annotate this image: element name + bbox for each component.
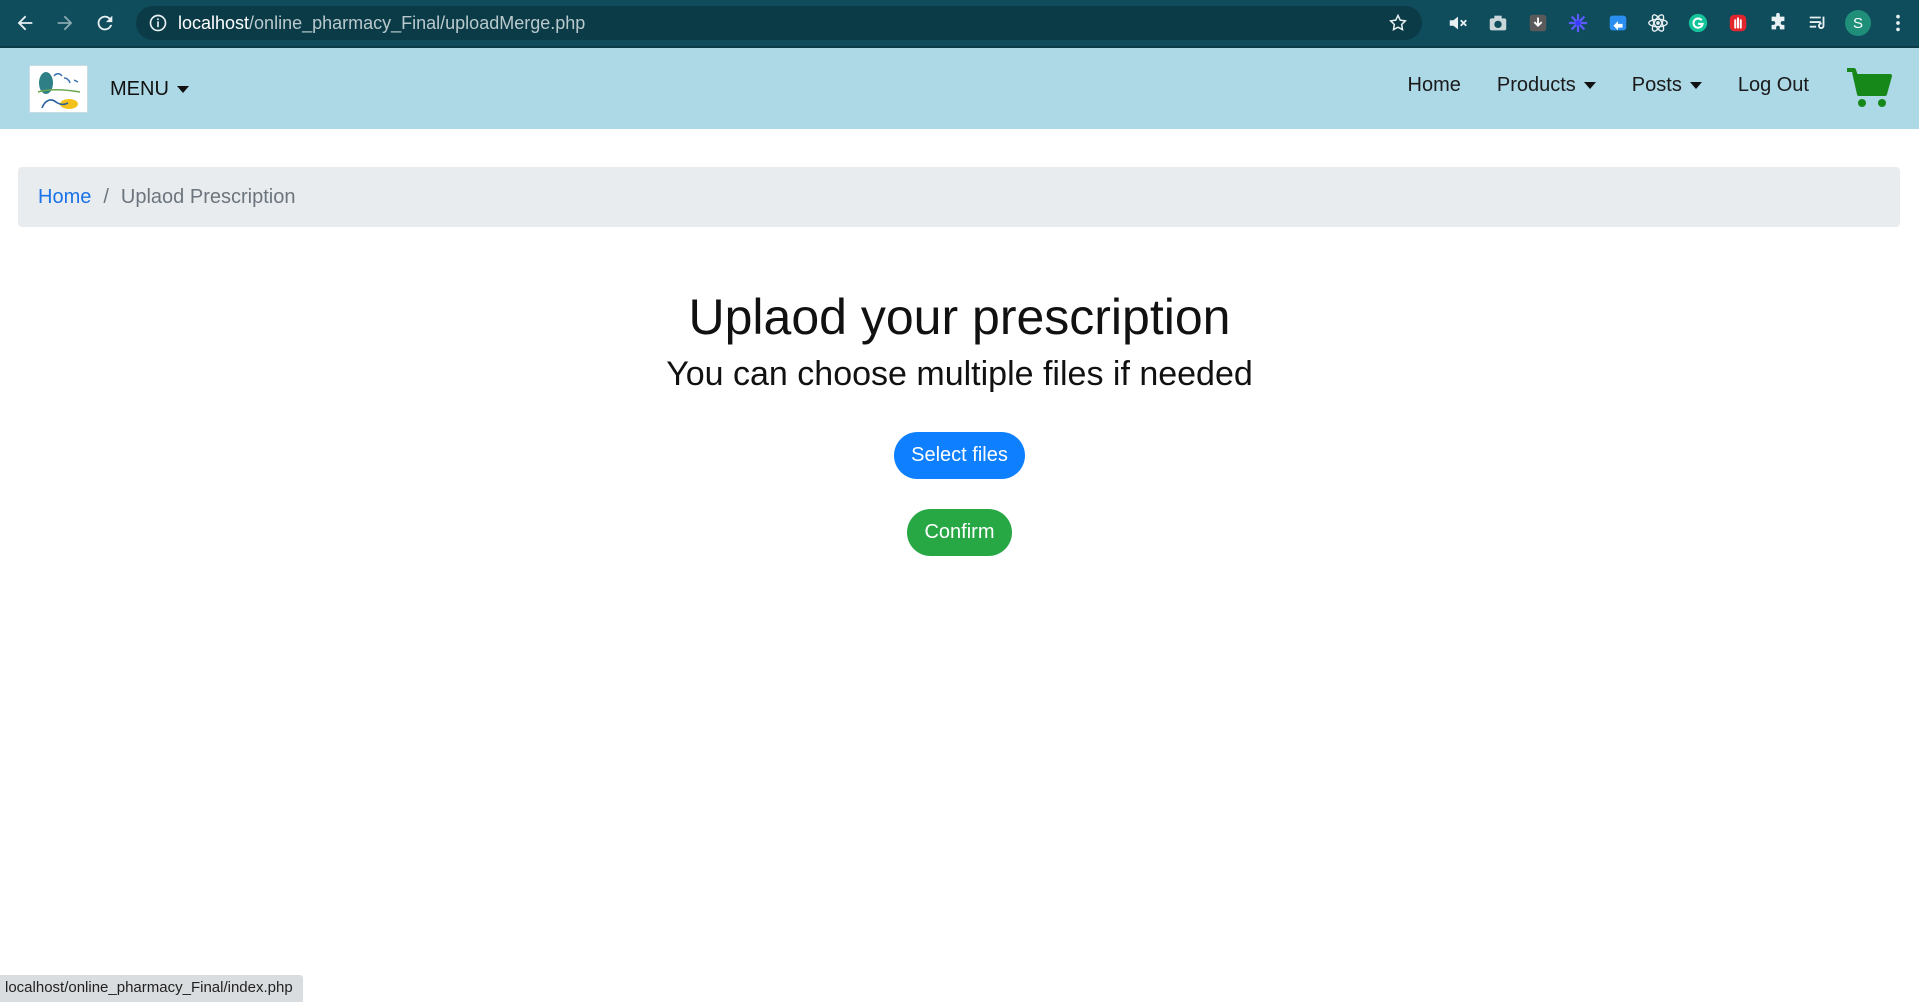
page-subtitle: You can choose multiple files if needed bbox=[666, 355, 1253, 393]
caret-down-icon bbox=[176, 86, 189, 93]
browser-menu-button[interactable] bbox=[1878, 0, 1918, 46]
site-logo[interactable] bbox=[29, 65, 88, 113]
puzzle-icon bbox=[1771, 12, 1785, 30]
back-arrow-icon bbox=[17, 15, 33, 31]
breadcrumb-current: Uplaod Prescription bbox=[120, 185, 296, 208]
mute-button[interactable] bbox=[1438, 0, 1478, 46]
download-extension[interactable] bbox=[1518, 0, 1558, 46]
hand-stop-icon bbox=[1729, 14, 1747, 32]
camera-icon bbox=[1489, 15, 1507, 31]
reload-button[interactable] bbox=[86, 4, 124, 42]
star-icon[interactable] bbox=[1388, 13, 1408, 33]
breadcrumb: Home / Uplaod Prescription bbox=[18, 167, 1900, 227]
reload-icon bbox=[97, 15, 113, 31]
back-button[interactable] bbox=[6, 4, 44, 42]
url-host: localhost bbox=[178, 12, 250, 33]
url-path: /online_pharmacy_Final/uploadMerge.php bbox=[249, 12, 586, 33]
shopping-cart-icon[interactable] bbox=[1845, 66, 1893, 110]
address-bar[interactable]: localhost/online_pharmacy_Final/uploadMe… bbox=[136, 6, 1422, 40]
stop-extension[interactable] bbox=[1718, 0, 1758, 46]
info-icon[interactable] bbox=[148, 13, 168, 33]
extensions-button[interactable] bbox=[1758, 0, 1798, 46]
more-vert-icon bbox=[1896, 14, 1900, 32]
caret-down-icon bbox=[1689, 82, 1702, 89]
page-title: Uplaod your prescription bbox=[688, 289, 1231, 345]
site-navbar: MENU Home Products Posts Log Out bbox=[0, 46, 1919, 129]
nav-posts-label: Posts bbox=[1631, 74, 1682, 96]
cast-icon bbox=[1609, 15, 1627, 31]
avatar: S bbox=[1845, 10, 1871, 36]
pharmacy-logo-icon bbox=[37, 72, 81, 109]
nav-products-dropdown[interactable]: Products bbox=[1497, 74, 1596, 97]
nav-links: Home Products Posts Log Out bbox=[1372, 74, 1810, 97]
forward-arrow-icon bbox=[57, 15, 73, 31]
confirm-button[interactable]: Confirm bbox=[907, 509, 1012, 556]
menu-dropdown-toggle[interactable]: MENU bbox=[110, 78, 189, 101]
camera-extension[interactable] bbox=[1478, 0, 1518, 46]
breadcrumb-home-link[interactable]: Home bbox=[38, 186, 91, 209]
reading-list-icon bbox=[1809, 16, 1825, 29]
react-extension[interactable] bbox=[1638, 0, 1678, 46]
browser-toolbar: localhost/online_pharmacy_Final/uploadMe… bbox=[0, 0, 1919, 46]
mute-icon bbox=[1449, 16, 1467, 30]
forward-button[interactable] bbox=[46, 4, 84, 42]
reading-list-button[interactable] bbox=[1798, 0, 1838, 46]
grammarly-extension[interactable] bbox=[1678, 0, 1718, 46]
status-url: localhost/online_pharmacy_Final/index.ph… bbox=[0, 975, 303, 1002]
select-files-button[interactable]: Select files bbox=[894, 432, 1025, 479]
breadcrumb-separator: / bbox=[103, 185, 109, 208]
atom-icon bbox=[1648, 14, 1668, 32]
extensions-toolbar: S bbox=[1438, 0, 1918, 46]
nav-logout-link[interactable]: Log Out bbox=[1738, 74, 1809, 97]
nav-home-link[interactable]: Home bbox=[1408, 74, 1461, 97]
cast-extension[interactable] bbox=[1598, 0, 1638, 46]
grammarly-icon bbox=[1688, 13, 1708, 33]
nav-posts-dropdown[interactable]: Posts bbox=[1632, 74, 1702, 97]
nav-products-label: Products bbox=[1496, 74, 1576, 96]
flower-icon bbox=[1568, 13, 1588, 33]
menu-label: MENU bbox=[110, 78, 169, 100]
profile-button[interactable]: S bbox=[1838, 0, 1878, 46]
upload-section: Uplaod your prescription You can choose … bbox=[0, 270, 1919, 556]
caret-down-icon bbox=[1583, 82, 1596, 89]
download-icon bbox=[1529, 14, 1547, 32]
flower-extension[interactable] bbox=[1558, 0, 1598, 46]
